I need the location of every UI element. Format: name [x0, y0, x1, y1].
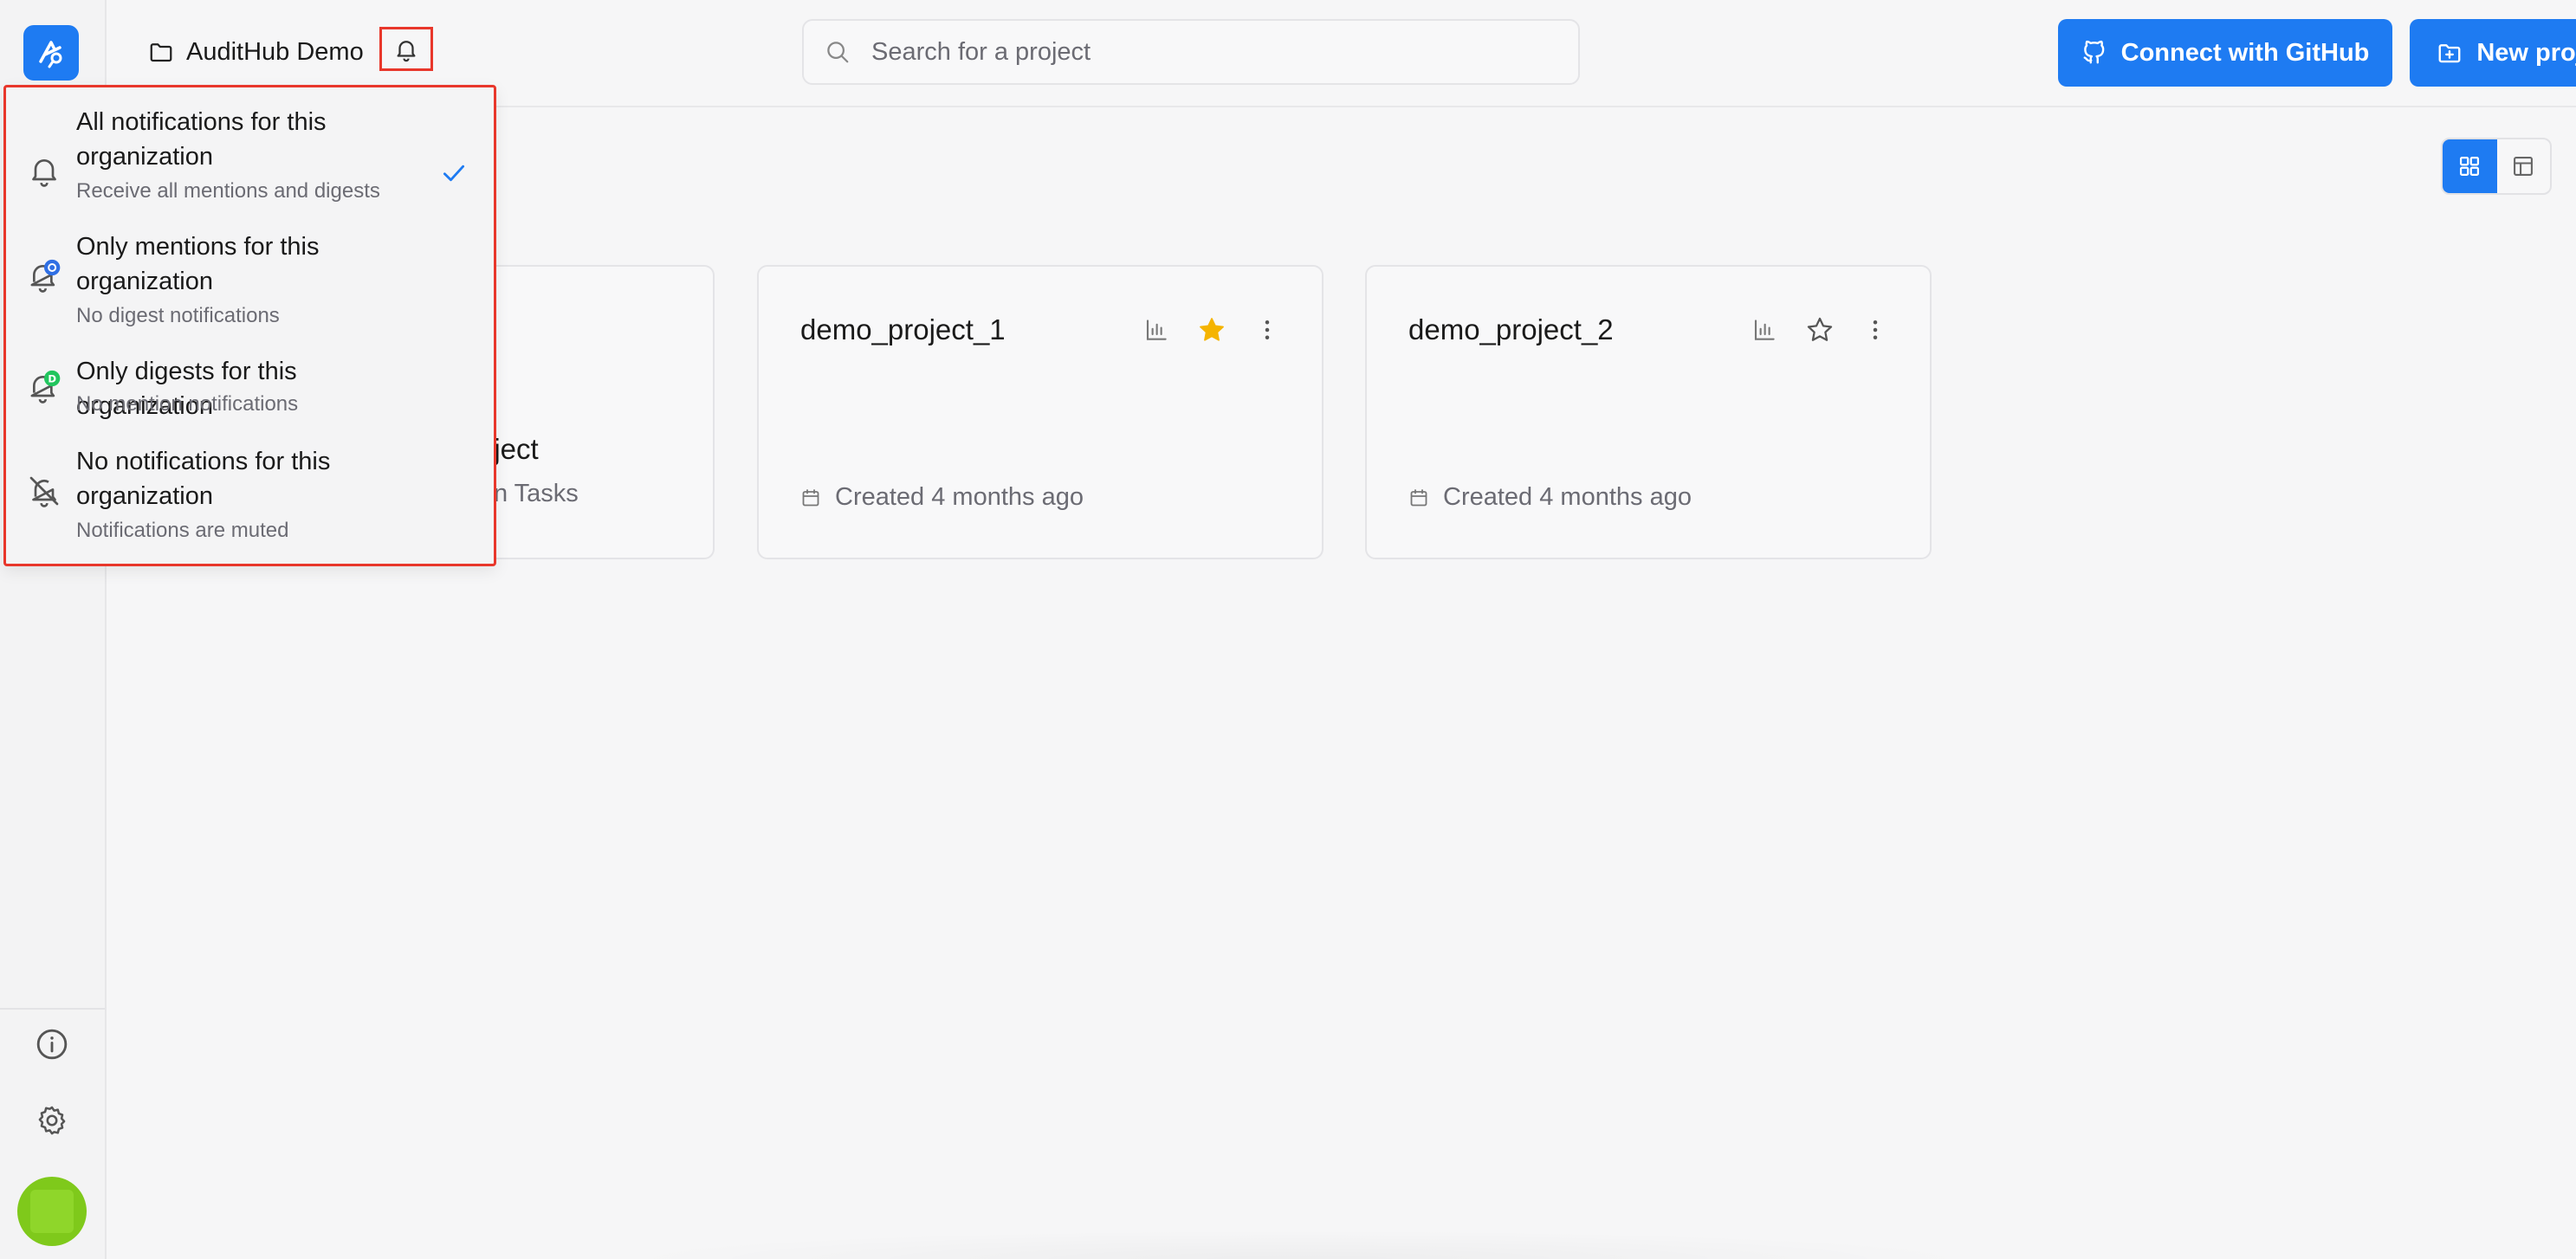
notif-option-mentions[interactable]: Only mentions for this organization No d… [6, 228, 494, 340]
notif-option-title: No notifications for this organization [76, 448, 331, 510]
project-created-text: Created 4 months ago [1443, 483, 1692, 511]
more-vertical-icon [1873, 320, 1878, 339]
star-filled-icon [1200, 318, 1224, 341]
bell-icon [397, 40, 416, 61]
star-outline-icon [1807, 317, 1833, 341]
more-vertical-icon [1265, 320, 1270, 339]
notification-settings-button[interactable] [379, 27, 433, 71]
new-project-label: New project [2476, 38, 2576, 67]
notification-settings-menu: All notifications for this organization … [3, 85, 496, 566]
calendar-icon [1410, 488, 1427, 506]
notif-option-digests[interactable]: D Only digests for this organization No … [6, 352, 494, 430]
stats-button[interactable] [1750, 315, 1779, 345]
connect-github-button[interactable]: Connect with GitHub [2058, 19, 2392, 87]
org-name: AuditHub Demo [186, 37, 364, 66]
avatar-image [30, 1190, 74, 1233]
folder-plus-icon [2438, 44, 2461, 63]
github-icon [2083, 40, 2104, 64]
new-project-button[interactable]: New project [2410, 19, 2576, 87]
info-button[interactable] [31, 1023, 73, 1065]
project-created-text: Created 4 months ago [835, 483, 1084, 511]
gear-icon [38, 1106, 66, 1135]
favorite-button[interactable] [1197, 315, 1227, 345]
grid-icon [2460, 156, 2480, 177]
table-icon [2514, 157, 2534, 176]
bell-digest-icon: D [30, 370, 61, 404]
view-toggle [2441, 138, 2552, 195]
bell-off-icon [29, 476, 59, 507]
project-card[interactable]: demo_project_2 Created 4 months ago [1365, 265, 1932, 559]
bottom-shadow [606, 1230, 1992, 1259]
app-logo[interactable] [23, 25, 79, 81]
calendar-icon [802, 488, 819, 506]
notif-option-description: No digest notifications [76, 304, 280, 327]
project-card-actions [1142, 315, 1282, 345]
search-input[interactable] [871, 37, 1564, 67]
table-view-button[interactable] [2497, 139, 2550, 193]
project-card-title: demo_project_2 [1408, 313, 1614, 345]
settings-button[interactable] [31, 1100, 73, 1141]
connect-github-label: Connect with GitHub [2120, 38, 2370, 67]
notif-option-description: Notifications are muted [76, 519, 289, 542]
more-options-button[interactable] [1861, 315, 1890, 345]
svg-text:D: D [48, 372, 56, 384]
project-card[interactable]: demo_project_1 Created 4 months ago [757, 265, 1324, 559]
sidebar-divider [0, 1008, 105, 1010]
project-search[interactable] [802, 19, 1580, 85]
project-card-actions [1750, 315, 1890, 345]
bell-mention-icon [30, 259, 61, 293]
favorite-button[interactable] [1805, 315, 1835, 345]
project-created-meta: Created 4 months ago [800, 483, 1084, 512]
notif-option-description: Receive all mentions and digests [76, 179, 380, 203]
search-icon [827, 42, 849, 63]
project-created-meta: Created 4 months ago [1408, 483, 1692, 512]
notif-option-all[interactable]: All notifications for this organization … [6, 103, 494, 216]
grid-view-button[interactable] [2443, 139, 2497, 193]
folder-icon [150, 43, 172, 62]
bar-chart-icon [1754, 320, 1775, 340]
bell-icon [32, 159, 56, 187]
check-icon [443, 165, 465, 182]
bar-chart-icon [1146, 320, 1167, 340]
project-card-title: demo_project_1 [800, 313, 1006, 345]
notif-option-description: No mention notifications [76, 392, 299, 416]
notif-option-title: Only mentions for this organization [76, 233, 320, 295]
stats-button[interactable] [1142, 315, 1171, 345]
more-options-button[interactable] [1252, 315, 1282, 345]
user-avatar[interactable] [17, 1177, 87, 1246]
project-card-subtitle: n Tasks [494, 480, 579, 507]
org-selector[interactable]: AuditHub Demo [148, 35, 364, 69]
logo-icon [39, 41, 62, 68]
info-icon [36, 1029, 68, 1060]
notif-option-title: All notifications for this organization [76, 108, 327, 171]
notif-option-none[interactable]: No notifications for this organization N… [6, 442, 494, 555]
